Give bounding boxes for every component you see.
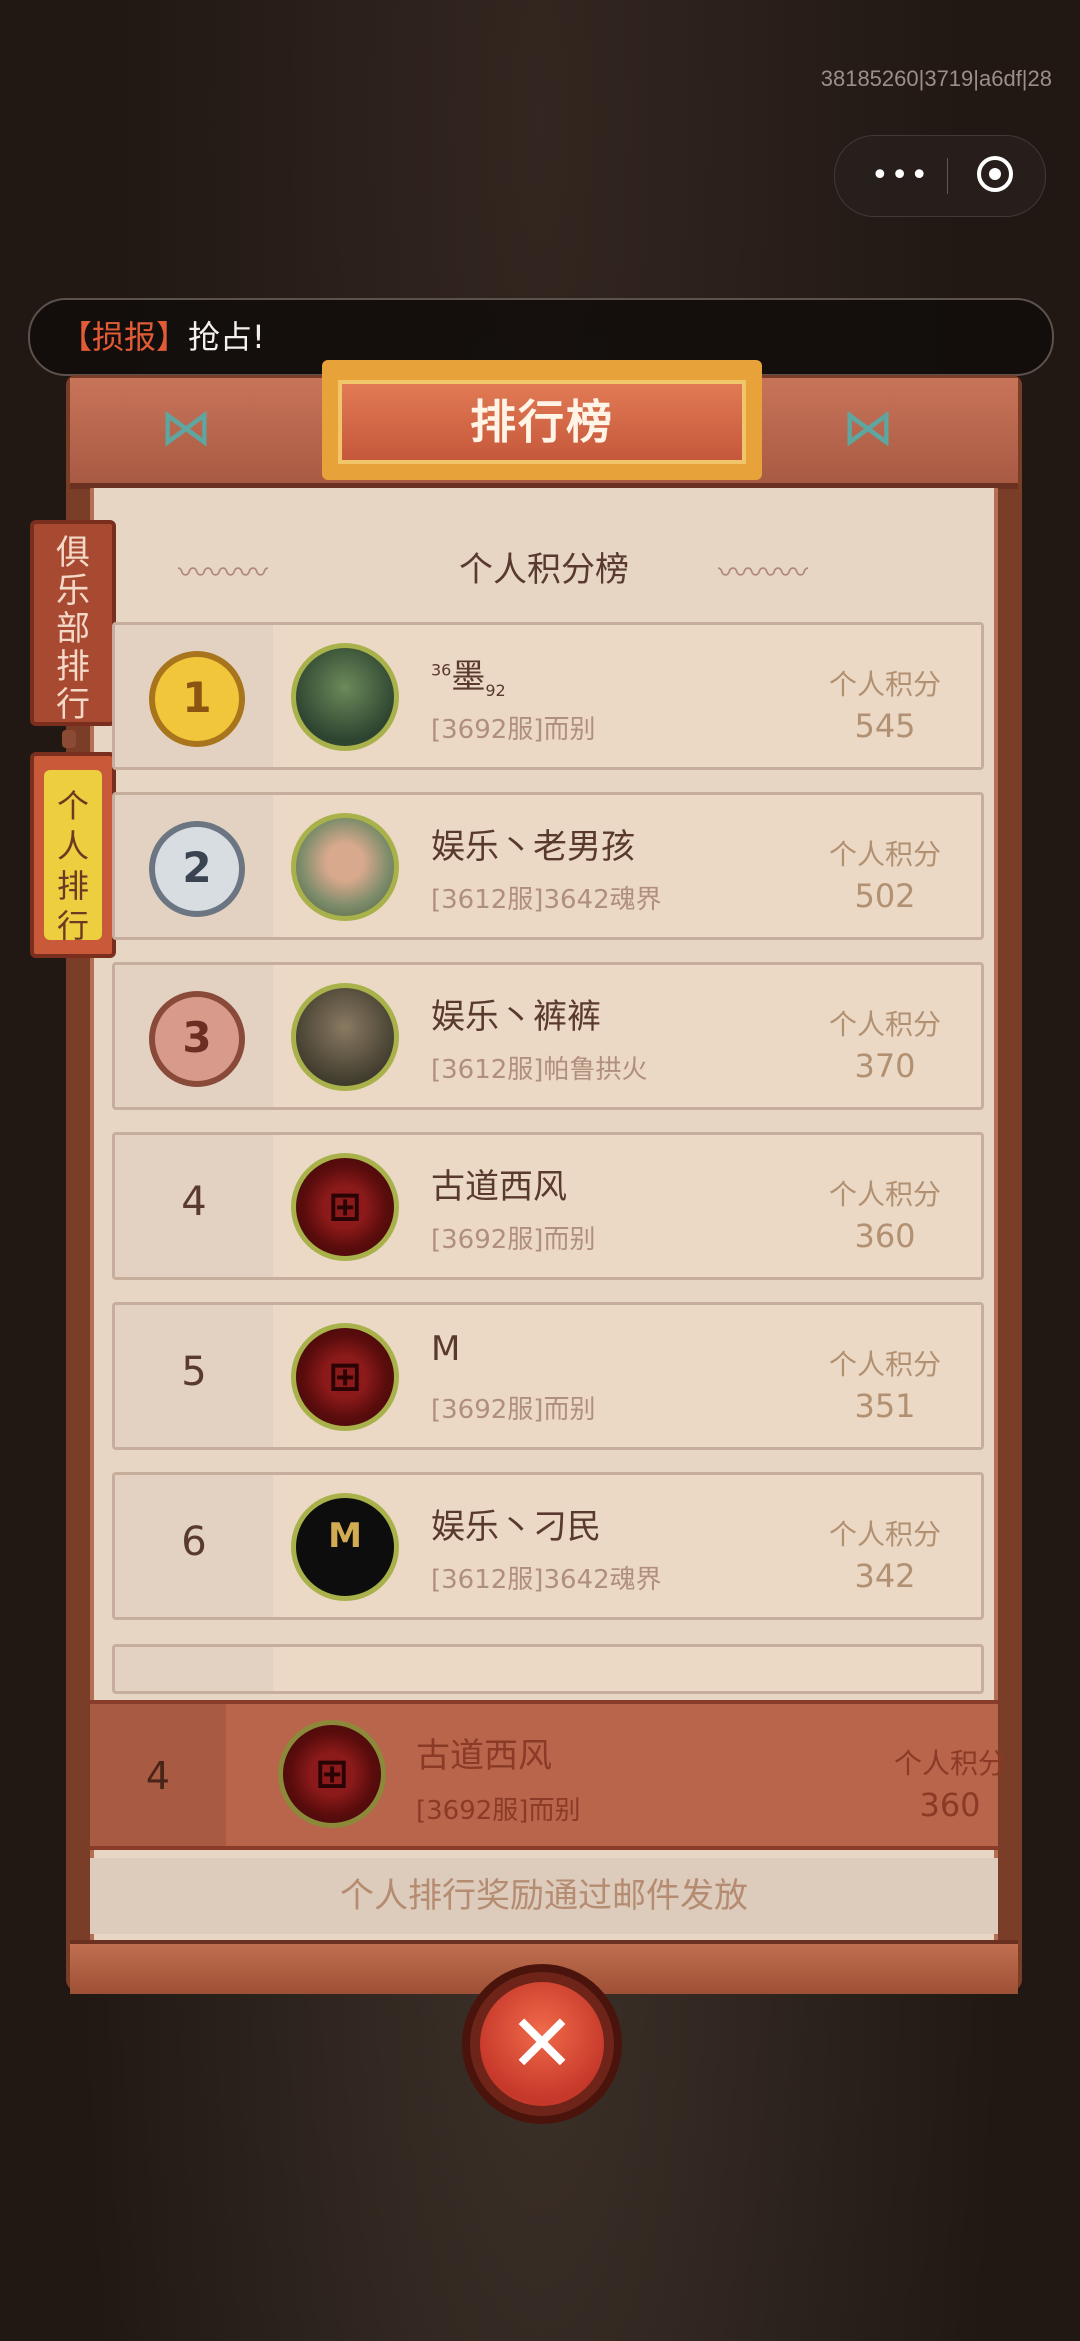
ranking-row-1[interactable]: 1 36墨92 [3692服]而别 个人积分 545 (112, 622, 984, 770)
my-rank-number: 4 (145, 1754, 171, 1798)
my-score-value: 360 (919, 1786, 981, 1824)
emblem-icon: ⊞ (315, 1751, 349, 1797)
target-icon[interactable] (977, 156, 1013, 192)
score-value: 351 (854, 1387, 916, 1425)
avatar[interactable] (291, 983, 399, 1091)
score-label: 个人积分 (828, 1518, 941, 1551)
player-cell (273, 1647, 981, 1691)
score-value: 502 (854, 877, 916, 915)
name-suffix: 92 (485, 680, 506, 700)
crown-logo-icon: M (328, 1516, 362, 1556)
rank-cell: 1 (115, 625, 273, 767)
my-avatar[interactable]: ⊞ (278, 1720, 386, 1828)
score-label: 个人积分 (828, 1348, 941, 1381)
close-icon: ✕ (480, 1982, 604, 2106)
score-value: 545 (854, 707, 916, 745)
score-value: 360 (854, 1217, 916, 1255)
player-name: 娱乐丶裤裤 (431, 997, 601, 1037)
fish-icon: ⋈ (160, 398, 212, 458)
ranking-row-3[interactable]: 3 娱乐丶裤裤 [3612服]帕鲁拱火 个人积分 370 (112, 962, 984, 1110)
bronze-medal-icon: 3 (149, 991, 245, 1087)
avatar[interactable] (291, 643, 399, 751)
player-server: [3612服]3642魂界 (431, 1565, 662, 1595)
rank-number: 6 (181, 1519, 207, 1565)
news-tag: 【损报】 (60, 318, 189, 356)
emblem-icon: ⊞ (328, 1354, 362, 1400)
player-server: [3692服]而别 (431, 1395, 596, 1425)
player-name: 娱乐丶刁民 (431, 1507, 601, 1547)
leaderboard-subtitle: 个人积分榜 (459, 550, 629, 590)
my-ranking-row: 4 ⊞ 古道西风 [3692服]而别 个人积分 360 (90, 1700, 1006, 1850)
my-score-label: 个人积分 (893, 1747, 1006, 1780)
my-name: 古道西风 (416, 1736, 552, 1776)
avatar[interactable]: M (291, 1493, 399, 1601)
player-name: 古道西风 (431, 1167, 567, 1207)
page-title: 排行榜 (338, 380, 746, 464)
capsule-divider (947, 158, 948, 194)
miniprogram-capsule: ••• (834, 135, 1046, 217)
player-server: [3612服]3642魂界 (431, 885, 662, 915)
ranking-row-2[interactable]: 2 娱乐丶老男孩 [3612服]3642魂界 个人积分 502 (112, 792, 984, 940)
player-server: [3692服]而别 (431, 1225, 596, 1255)
news-message: 抢占! (188, 318, 265, 356)
score-value: 342 (854, 1557, 916, 1595)
player-name: 娱乐丶老男孩 (431, 827, 635, 867)
my-rank-cell: 4 (90, 1704, 226, 1846)
silver-medal-icon: 2 (149, 821, 245, 917)
rank-cell: 4 (115, 1135, 273, 1277)
player-server: [3612服]帕鲁拱火 (431, 1055, 648, 1085)
tab-club-label: 俱乐部排行 (56, 533, 90, 725)
tab-personal-label: 个人排行 (56, 787, 89, 945)
rank-cell: 3 (115, 965, 273, 1107)
rank-number: 4 (181, 1179, 207, 1225)
close-button[interactable]: ✕ (462, 1964, 622, 2124)
score-label: 个人积分 (828, 1178, 941, 1211)
rank-cell (115, 1647, 273, 1691)
my-server: [3692服]而别 (416, 1796, 581, 1826)
fish-icon: ⋈ (842, 398, 894, 458)
reward-note: 个人排行奖励通过邮件发放 (90, 1858, 998, 1934)
name-main: 墨 (451, 657, 486, 697)
avatar[interactable]: ⊞ (291, 1323, 399, 1431)
score-label: 个人积分 (828, 668, 941, 701)
name-prefix: 36 (431, 660, 452, 680)
more-dots-icon[interactable]: ••• (871, 158, 930, 193)
rank-cell: 2 (115, 795, 273, 937)
score-label: 个人积分 (828, 838, 941, 871)
player-name: 36墨92 (431, 649, 506, 700)
tab-personal-active-bg: 个人排行 (44, 770, 102, 945)
score-label: 个人积分 (828, 1008, 941, 1041)
ranking-row-4[interactable]: 4 ⊞ 古道西风 [3692服]而别 个人积分 360 (112, 1132, 984, 1280)
score-value: 370 (854, 1047, 916, 1085)
tab-personal-ranking[interactable]: 个人排行 (30, 752, 116, 958)
gold-medal-icon: 1 (149, 651, 245, 747)
player-server: [3692服]而别 (431, 715, 596, 745)
emblem-icon: ⊞ (328, 1184, 362, 1230)
tab-connector (62, 730, 76, 748)
fish-decoration-icon: 〰〰〰 (718, 556, 808, 591)
build-id-text: 38185260|3719|a6df|28 (820, 66, 1052, 91)
rank-cell: 6 (115, 1475, 273, 1617)
tab-club-ranking[interactable]: 俱乐部排行 (30, 520, 116, 726)
avatar[interactable] (291, 813, 399, 921)
ranking-row-6[interactable]: 6 M 娱乐丶刁民 [3612服]3642魂界 个人积分 342 (112, 1472, 984, 1620)
ranking-row-partial[interactable] (112, 1644, 984, 1694)
ranking-row-5[interactable]: 5 ⊞ M [3692服]而别 个人积分 351 (112, 1302, 984, 1450)
rank-cell: 5 (115, 1305, 273, 1447)
avatar[interactable]: ⊞ (291, 1153, 399, 1261)
rank-number: 5 (181, 1349, 207, 1395)
player-name: M (431, 1329, 461, 1369)
